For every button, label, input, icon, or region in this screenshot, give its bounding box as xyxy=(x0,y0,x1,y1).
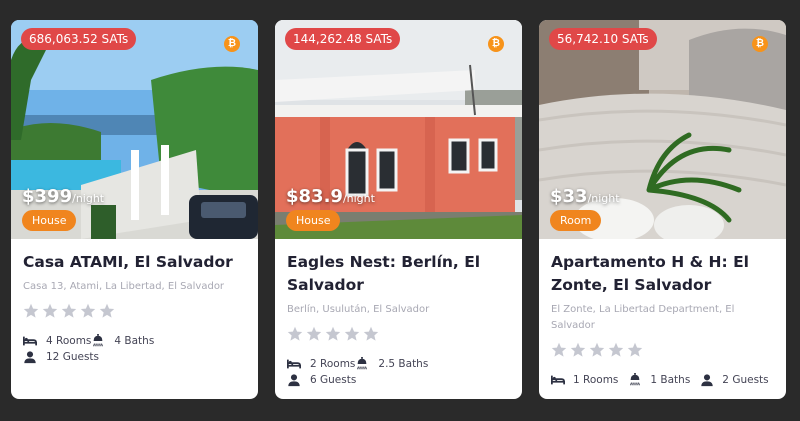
bed-icon xyxy=(287,359,301,369)
amenities: 2 Rooms 2.5 Baths 6 Guests xyxy=(287,356,510,388)
listing-card[interactable]: 144,262.48 SATs ₿ $83.9/night House Eagl… xyxy=(275,20,522,399)
star-icon xyxy=(551,342,567,357)
property-type-badge: House xyxy=(286,210,341,231)
rooms-info: 4 Rooms xyxy=(23,334,91,348)
star-icon xyxy=(287,326,303,341)
rooms-count: 1 Rooms xyxy=(573,374,619,386)
guests-count: 12 Guests xyxy=(46,351,100,363)
star-icon xyxy=(627,342,643,357)
sats-price-badge: 56,742.10 SATs xyxy=(549,28,657,50)
sats-price-badge: 144,262.48 SATs xyxy=(285,28,401,50)
rooms-info: 2 Rooms xyxy=(287,357,355,371)
baths-count: 2.5 Baths xyxy=(378,358,429,370)
star-icon xyxy=(363,326,379,341)
property-type-badge: Room xyxy=(550,210,602,231)
listing-address: Berlín, Usulután, El Salvador xyxy=(287,304,430,315)
bitcoin-icon: ₿ xyxy=(224,36,240,52)
guests-info: 2 Guests xyxy=(700,373,769,387)
bitcoin-icon: ₿ xyxy=(752,36,768,52)
price-amount: $83.9 xyxy=(286,186,343,207)
star-icon xyxy=(42,303,58,318)
baths-info: 4 Baths xyxy=(91,334,154,348)
price-unit: /night xyxy=(342,192,375,205)
listing-address: Casa 13, Atami, La Libertad, El Salvador xyxy=(23,281,225,292)
star-icon xyxy=(99,303,115,318)
star-icon xyxy=(608,342,624,357)
star-icon xyxy=(344,326,360,341)
price-amount: $399 xyxy=(22,186,73,207)
bed-icon xyxy=(551,375,565,385)
nightly-price: $33/night xyxy=(550,186,620,207)
star-icon xyxy=(570,342,586,357)
property-type-badge: House xyxy=(22,210,77,231)
listing-card[interactable]: 686,063.52 SATs ₿ $399/night House Casa … xyxy=(11,20,258,399)
user-icon xyxy=(24,351,36,364)
guests-count: 6 Guests xyxy=(310,374,357,386)
price-unit: /night xyxy=(587,192,620,205)
bitcoin-icon: ₿ xyxy=(488,36,504,52)
amenities: 4 Rooms 4 Baths 12 Guests xyxy=(23,333,246,365)
baths-info: 1 Baths xyxy=(628,373,690,387)
rating-stars xyxy=(551,342,774,362)
star-icon xyxy=(61,303,77,318)
shower-icon xyxy=(357,357,368,370)
listing-title[interactable]: Eagles Nest: Berlín, El Salvador xyxy=(287,251,510,297)
price-amount: $33 xyxy=(550,186,588,207)
user-icon xyxy=(701,374,713,387)
listing-photo[interactable]: 56,742.10 SATs ₿ $33/night Room xyxy=(539,20,786,239)
bed-icon xyxy=(23,336,37,346)
guests-info: 12 Guests xyxy=(23,350,99,364)
rooms-count: 4 Rooms xyxy=(46,335,92,347)
nightly-price: $399/night xyxy=(22,186,104,207)
nightly-price: $83.9/night xyxy=(286,186,375,207)
baths-count: 1 Baths xyxy=(650,374,691,386)
star-icon xyxy=(325,326,341,341)
shower-icon xyxy=(93,334,104,347)
star-icon xyxy=(80,303,96,318)
star-icon xyxy=(589,342,605,357)
rooms-count: 2 Rooms xyxy=(310,358,356,370)
shower-icon xyxy=(630,373,641,386)
baths-count: 4 Baths xyxy=(114,335,155,347)
star-icon xyxy=(23,303,39,318)
amenities: 1 Rooms 1 Baths 2 Guests xyxy=(551,372,774,388)
rating-stars xyxy=(23,303,246,323)
listing-title[interactable]: Apartamento H & H: El Zonte, El Salvador xyxy=(551,251,774,297)
listing-photo[interactable]: 144,262.48 SATs ₿ $83.9/night House xyxy=(275,20,522,239)
listing-photo[interactable]: 686,063.52 SATs ₿ $399/night House xyxy=(11,20,258,239)
guests-count: 2 Guests xyxy=(722,374,769,386)
sats-price-badge: 686,063.52 SATs xyxy=(21,28,137,50)
price-unit: /night xyxy=(72,192,105,205)
user-icon xyxy=(288,374,300,387)
guests-info: 6 Guests xyxy=(287,373,356,387)
listing-card[interactable]: 56,742.10 SATs ₿ $33/night Room Apartame… xyxy=(539,20,786,399)
star-icon xyxy=(306,326,322,341)
listing-title[interactable]: Casa ATAMI, El Salvador xyxy=(23,251,246,274)
baths-info: 2.5 Baths xyxy=(355,357,428,371)
rooms-info: 1 Rooms xyxy=(551,373,618,387)
rating-stars xyxy=(287,326,510,346)
listing-address: El Zonte, La Libertad Department, El Sal… xyxy=(551,304,735,331)
